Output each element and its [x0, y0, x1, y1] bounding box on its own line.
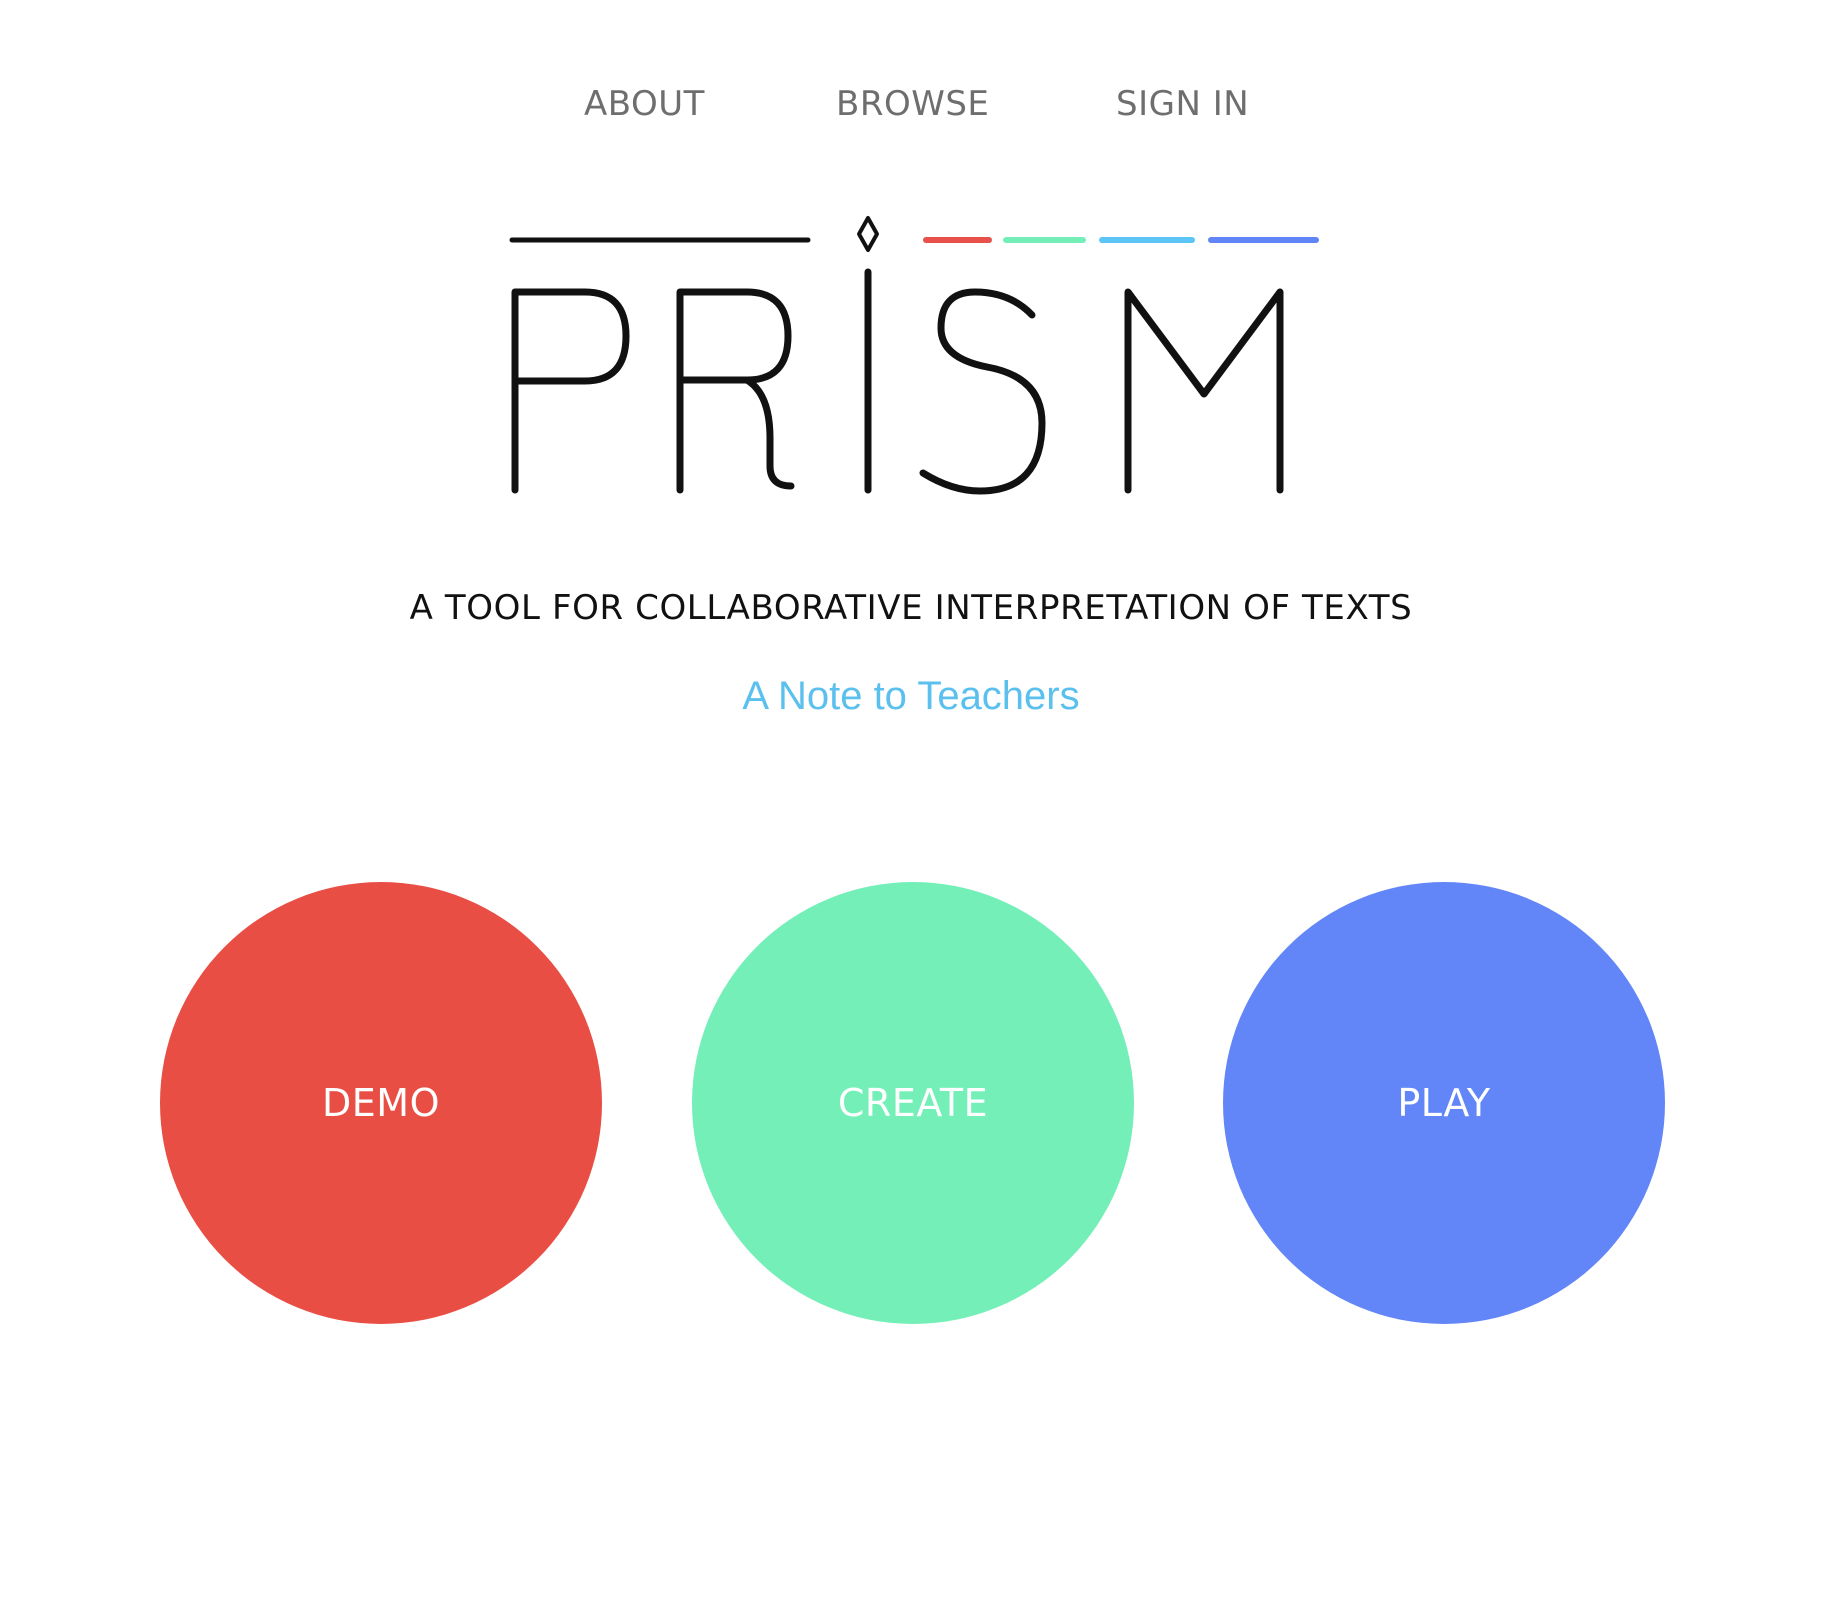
- prism-logo-graphic: [509, 216, 1319, 495]
- note-to-teachers-link[interactable]: A Note to Teachers: [742, 674, 1079, 718]
- prism-logo: [500, 210, 1340, 510]
- demo-button[interactable]: DEMO: [160, 882, 602, 1324]
- logo-letter-p: [511, 288, 630, 494]
- play-label: PLAY: [1397, 1081, 1491, 1125]
- logo-letter-s: [919, 288, 1046, 495]
- tagline: A TOOL FOR COLLABORATIVE INTERPRETATION …: [409, 588, 1413, 628]
- logo-letter-m: [1124, 288, 1284, 494]
- nav-about-link[interactable]: ABOUT: [584, 84, 705, 124]
- demo-label: DEMO: [322, 1081, 440, 1125]
- teacher-note: A Note to Teachers: [0, 674, 1822, 719]
- nav-browse-link[interactable]: BROWSE: [836, 84, 989, 124]
- logo-letter-r: [676, 288, 795, 494]
- logo-diamond-icon: [857, 216, 879, 252]
- nav-sign-in-link[interactable]: SIGN IN: [1116, 84, 1249, 124]
- create-button[interactable]: CREATE: [692, 882, 1134, 1324]
- play-button[interactable]: PLAY: [1223, 882, 1665, 1324]
- create-label: CREATE: [837, 1081, 989, 1125]
- top-nav: ABOUT BROWSE SIGN IN: [0, 84, 1822, 134]
